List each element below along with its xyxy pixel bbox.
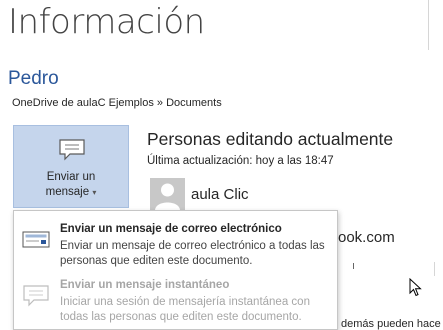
bottom-text-fragment: demás pueden hace xyxy=(341,318,441,330)
chevron-down-icon: ▾ xyxy=(92,188,97,197)
mouse-pointer-icon xyxy=(409,277,422,297)
avatar-placeholder-icon xyxy=(150,178,185,210)
document-path: OneDrive de aulaC Ejemplos » Documents xyxy=(12,97,222,109)
page-title: Información xyxy=(8,2,205,42)
email-text-fragment: ook.com xyxy=(338,229,395,246)
menu-item-title: Enviar un mensaje instantáneo xyxy=(60,279,230,291)
menu-item-send-instant-message: Enviar un mensaje instantáneo Iniciar un… xyxy=(14,271,337,326)
pane-divider xyxy=(428,0,429,50)
last-update: Última actualización: hoy a las 18:47 xyxy=(147,155,334,167)
menu-item-send-email[interactable]: Enviar un mensaje de correo electrónico … xyxy=(14,215,337,270)
instant-message-icon xyxy=(22,281,50,309)
background-tick xyxy=(353,263,354,269)
send-message-label: Enviar un mensaje ▾ xyxy=(45,171,97,198)
send-message-dropdown: Enviar un mensaje de correo electrónico … xyxy=(13,210,338,330)
menu-item-description: Enviar un mensaje de correo electrónico … xyxy=(60,240,325,267)
user-name[interactable]: aula Clic xyxy=(191,186,249,203)
document-name: Pedro xyxy=(8,68,59,89)
menu-item-title: Enviar un mensaje de correo electrónico xyxy=(60,223,282,235)
email-icon xyxy=(22,225,50,253)
people-editing-title: Personas editando actualmente xyxy=(147,129,394,149)
pane-divider-lower xyxy=(434,262,435,276)
send-message-button[interactable]: Enviar un mensaje ▾ xyxy=(13,125,129,208)
speech-bubble-icon xyxy=(58,138,86,162)
menu-item-description: Iniciar una sesión de mensajería instant… xyxy=(60,296,310,323)
